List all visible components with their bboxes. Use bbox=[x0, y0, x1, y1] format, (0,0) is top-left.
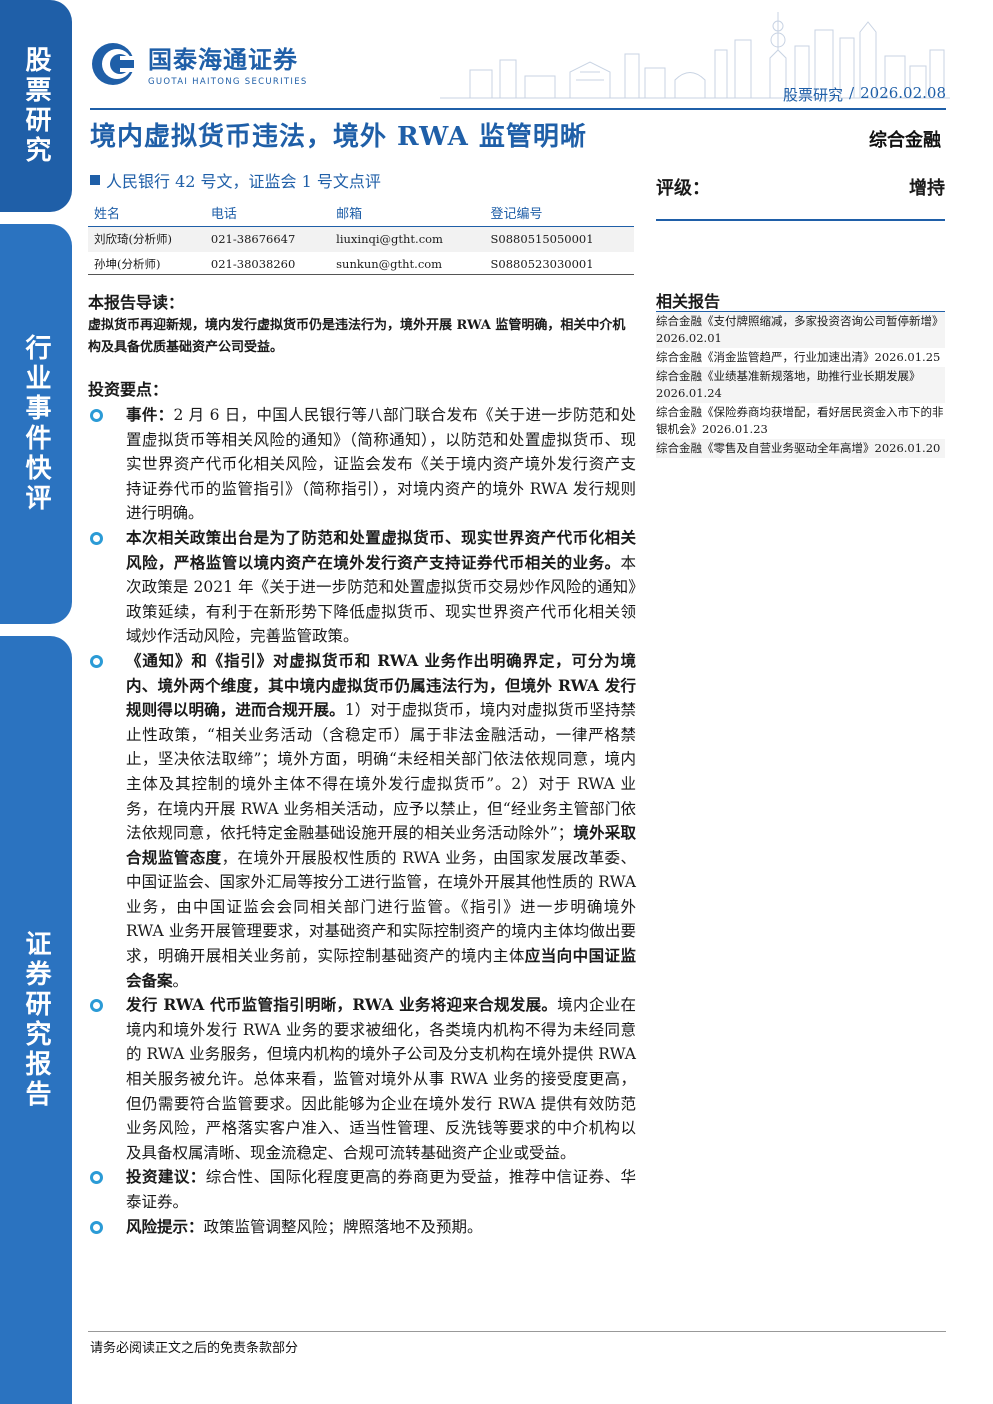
analyst-table-header: 姓名 电话 邮箱 登记编号 bbox=[88, 199, 634, 227]
analyst-table: 姓名 电话 邮箱 登记编号 刘欣琦(分析师) 021-38676647 liux… bbox=[88, 199, 634, 277]
analyst-reg-no: S0880515050001 bbox=[484, 226, 634, 252]
related-report-link[interactable]: 综合金融《保险券商均获增配，看好居民资金入市下的非银机会》2026.01.23 bbox=[656, 403, 945, 439]
report-title: 境内虚拟货币违法，境外 RWA 监管明晰 bbox=[90, 122, 587, 152]
rating-divider bbox=[656, 219, 945, 221]
sidebar-tab-stock-research: 股票研究 bbox=[0, 0, 72, 212]
table-divider bbox=[88, 274, 634, 275]
square-bullet-icon bbox=[90, 175, 100, 185]
related-report-link[interactable]: 综合金融《业绩基准新规落地，助推行业长期发展》2026.01.24 bbox=[656, 367, 945, 403]
report-category: 股票研究 bbox=[783, 86, 844, 104]
list-item: 风险提示：政策监管调整风险；牌照落地不及预期。 bbox=[88, 1215, 636, 1240]
analyst-phone: 021-38676647 bbox=[204, 226, 331, 252]
guide-text: 虚拟货币再迎新规，境内发行虚拟货币仍是违法行为，境外开展 RWA 监管明确，相关… bbox=[88, 318, 626, 355]
points-heading: 投资要点： bbox=[88, 380, 169, 399]
company-logo: 国泰海通证券 GUOTAI HAITONG SECURITIES bbox=[90, 40, 308, 87]
point-body: 1）对于虚拟货币，境内对虚拟货币坚持禁止性政策，“相关业务活动（含稳定币）属于非… bbox=[126, 701, 636, 843]
point-lead: 投资建议： bbox=[126, 1167, 206, 1187]
report-subtitle: 人民银行 42 号文，证监会 1 号文点评 bbox=[90, 168, 381, 192]
list-item: 本次相关政策出台是为了防范和处置虚拟货币、现实世界资产代币化相关风险，严格监管以… bbox=[88, 526, 636, 649]
point-lead: 发行 RWA 代币监管指引明晰，RWA 业务将迎来合规发展。 bbox=[126, 995, 558, 1015]
investment-points: 事件：2 月 6 日，中国人民银行等八部门联合发布《关于进一步防范和处置虚拟货币… bbox=[88, 403, 636, 1239]
analyst-phone: 021-38038260 bbox=[210, 257, 296, 271]
guide-heading: 本报告导读： bbox=[88, 293, 185, 312]
header-meta: 股票研究 / 2026.02.08 bbox=[783, 84, 946, 105]
list-item: 发行 RWA 代币监管指引明晰，RWA 业务将迎来合规发展。境内企业在境内和境外… bbox=[88, 993, 636, 1165]
list-item: 事件：2 月 6 日，中国人民银行等八部门联合发布《关于进一步防范和处置虚拟货币… bbox=[88, 403, 636, 526]
point-body: 境内企业在境内和境外发行 RWA 业务的要求被细化，各类境内机构不得为未经同意的… bbox=[126, 996, 636, 1162]
rating-value: 增持 bbox=[909, 178, 945, 199]
col-phone: 电话 bbox=[204, 199, 331, 227]
related-heading: 相关报告 bbox=[656, 292, 721, 311]
analyst-name: 刘欣琦(分析师) bbox=[88, 226, 205, 252]
rating-box: 评级： 增持 bbox=[656, 174, 945, 200]
point-body: 2 月 6 日，中国人民银行等八部门联合发布《关于进一步防范和处置虚拟货币等相关… bbox=[126, 406, 636, 523]
subtitle-text: 人民银行 42 号文，证监会 1 号文点评 bbox=[106, 172, 381, 191]
related-report-link[interactable]: 综合金融《消金监管趋严，行业加速出清》2026.01.25 bbox=[656, 348, 945, 367]
analyst-email[interactable]: liuxinqi@gtht.com bbox=[330, 226, 485, 252]
point-lead: 事件： bbox=[126, 405, 174, 424]
logo-mark-icon bbox=[90, 41, 140, 87]
list-item: 投资建议：综合性、国际化程度更高的券商更为受益，推荐中信证券、华泰证券。 bbox=[88, 1165, 636, 1214]
logo-text-cn: 国泰海通证券 bbox=[148, 46, 298, 74]
rating-label: 评级： bbox=[656, 178, 710, 199]
circle-bullet-icon bbox=[90, 409, 103, 422]
table-row: 刘欣琦(分析师) 021-38676647 liuxinqi@gtht.com … bbox=[88, 226, 634, 252]
related-report-link[interactable]: 综合金融《零售及自营业务驱动全年高增》2026.01.20 bbox=[656, 439, 945, 458]
analyst-reg-no: S0880523030001 bbox=[490, 257, 594, 271]
circle-bullet-icon bbox=[90, 531, 103, 545]
circle-bullet-icon bbox=[90, 654, 103, 668]
header-divider bbox=[90, 108, 946, 110]
report-date: 2026.02.08 bbox=[860, 84, 946, 102]
list-item: 《通知》和《指引》对虚拟货币和 RWA 业务作出明确界定，可分为境内、境外两个维… bbox=[88, 649, 636, 993]
footer-divider bbox=[88, 1331, 946, 1332]
col-name: 姓名 bbox=[88, 199, 205, 227]
point-lead: 本次相关政策出台是为了防范和处置虚拟货币、现实世界资产代币化相关风险，严格监管以… bbox=[126, 527, 636, 572]
analyst-email[interactable]: sunkun@gtht.com bbox=[330, 252, 484, 277]
sidebar-tab-industry-event: 行业事件快评 bbox=[0, 224, 72, 624]
point-body-end: 。 bbox=[172, 971, 189, 990]
related-report-link[interactable]: 综合金融《支付牌照缩减，多家投资咨询公司暂停新增》2026.02.01 bbox=[656, 312, 945, 348]
col-reg-no: 登记编号 bbox=[484, 199, 634, 227]
point-body: 政策监管调整风险；牌照落地不及预期。 bbox=[203, 1217, 483, 1236]
sidebar-tab-securities-report: 证券研究报告 bbox=[0, 636, 72, 1404]
table-row: 孙坤(分析师) 021-38038260 sunkun@gtht.com S08… bbox=[88, 252, 634, 277]
related-reports: 综合金融《支付牌照缩减，多家投资咨询公司暂停新增》2026.02.01 综合金融… bbox=[656, 312, 945, 458]
header-separator: / bbox=[849, 84, 855, 102]
sector-label: 综合金融 bbox=[869, 130, 941, 151]
col-email: 邮箱 bbox=[330, 199, 485, 227]
logo-text-en: GUOTAI HAITONG SECURITIES bbox=[148, 77, 308, 87]
footer-disclaimer: 请务必阅读正文之后的免责条款部分 bbox=[90, 1341, 299, 1356]
point-lead: 风险提示： bbox=[126, 1216, 204, 1236]
circle-bullet-icon bbox=[90, 999, 103, 1013]
circle-bullet-icon bbox=[90, 1220, 103, 1234]
analyst-name: 孙坤(分析师) bbox=[94, 257, 161, 271]
circle-bullet-icon bbox=[90, 1171, 103, 1185]
